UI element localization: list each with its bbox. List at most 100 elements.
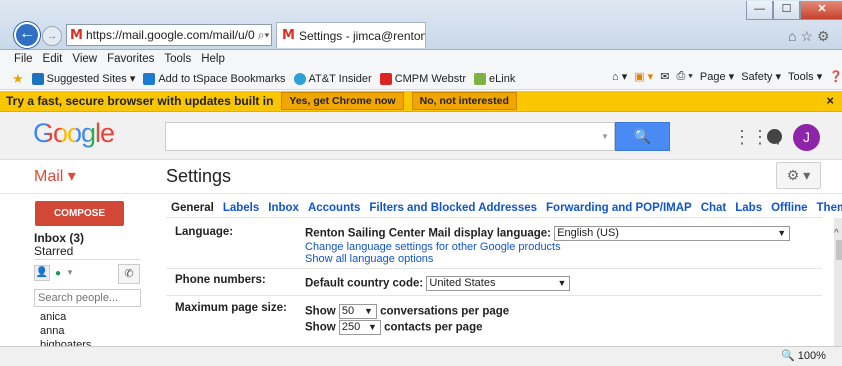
chevron-down-icon: ▼ (777, 228, 787, 238)
gear-icon: ⚙ ▾ (786, 167, 811, 183)
fav-cmpm[interactable]: CMPM Webstr (379, 72, 466, 85)
status-bar (0, 346, 842, 366)
help-icon[interactable]: ❓▾ (829, 70, 842, 83)
chevron-down-icon: ▼ (557, 278, 567, 288)
contacts-select[interactable]: 250 ▼ (338, 320, 381, 335)
language-text: Renton Sailing Center Mail display langu… (305, 227, 552, 240)
avatar[interactable]: J (793, 124, 820, 151)
notifications-icon[interactable] (767, 129, 782, 144)
gmail-favicon-icon: M (282, 28, 295, 43)
cmpm-icon (379, 72, 392, 85)
browser-tab[interactable]: M Settings - jimca@rentonsail... × (276, 22, 426, 48)
search-options-icon[interactable]: ▼ (601, 132, 609, 141)
search-button[interactable]: 🔍 (615, 122, 670, 151)
change-language-link[interactable]: Change language settings for other Googl… (305, 241, 561, 253)
scrollbar-thumb[interactable] (836, 240, 842, 260)
tab-offline[interactable]: Offline (771, 202, 807, 214)
home-icon[interactable]: ⌂ (788, 28, 800, 44)
conversations-per-page: Show 50 ▼ conversations per page (305, 304, 510, 319)
phone-setting: Default country code: United States ▼ (305, 276, 571, 291)
minimize-button[interactable]: — (746, 1, 773, 20)
cmd-page[interactable]: Page ▾ (700, 70, 734, 83)
star-icon[interactable]: ☆ (800, 28, 817, 44)
tab-labels[interactable]: Labels (223, 202, 259, 214)
banner-text: Try a fast, secure browser with updates … (6, 94, 274, 108)
contacts-per-page: Show 250 ▼ contacts per page (305, 320, 483, 335)
maximize-button[interactable]: ☐ (773, 1, 800, 20)
row-divider (166, 295, 822, 296)
sidebar-item-inbox[interactable]: Inbox (3) (34, 231, 84, 245)
person-icon[interactable]: 👤 (34, 265, 50, 281)
mail-icon[interactable]: ✉ (660, 70, 669, 83)
print-icon[interactable]: ⎙ ▾ (676, 70, 692, 83)
favorites-star-icon[interactable]: ★ (12, 71, 24, 87)
menu-edit[interactable]: Edit (43, 53, 63, 65)
tab-labs[interactable]: Labs (735, 202, 762, 214)
rss-feed-icon[interactable]: ▣ ▾ (634, 70, 653, 83)
tab-filters[interactable]: Filters and Blocked Addresses (369, 202, 537, 214)
country-code-text: Default country code: (305, 277, 424, 290)
zoom-icon: 🔍 (781, 350, 795, 362)
forward-button[interactable]: → (42, 26, 62, 46)
show-all-languages-link[interactable]: Show all language options (305, 253, 433, 265)
language-label: Language: (175, 226, 234, 238)
search-people-input[interactable] (34, 289, 141, 307)
chrome-promo-banner: Try a fast, secure browser with updates … (0, 91, 842, 112)
settings-gear-button[interactable]: ⚙ ▾ (776, 162, 821, 189)
att-globe-icon (293, 72, 306, 85)
close-window-button[interactable]: ✕ (800, 1, 842, 20)
gear-icon[interactable]: ⚙ (817, 28, 834, 44)
gmail-favicon-icon: M (70, 27, 83, 43)
search-icon: 🔍 (633, 128, 652, 144)
scroll-up-icon[interactable]: ^ (834, 228, 839, 239)
tspace-icon (143, 72, 156, 85)
contact-item[interactable]: anna (40, 325, 64, 337)
menu-help[interactable]: Help (201, 53, 225, 65)
google-logo[interactable]: Google (33, 118, 115, 149)
command-bar: ⌂ ▾ ▣ ▾ ✉ ⎙ ▾ Page ▾ Safety ▾ Tools ▾ ❓▾ (612, 70, 842, 83)
tabs-divider (166, 217, 822, 218)
chevron-down-icon: ▼ (367, 322, 377, 332)
back-button[interactable]: ← (14, 22, 40, 48)
fav-elink[interactable]: eLink (474, 72, 515, 85)
contact-item[interactable]: anica (40, 311, 66, 323)
phone-label: Phone numbers: (175, 274, 266, 286)
chevron-down-icon[interactable]: ▼ (66, 268, 74, 277)
cmd-safety[interactable]: Safety ▾ (741, 70, 781, 83)
menu-tools[interactable]: Tools (164, 53, 191, 65)
compose-button[interactable]: COMPOSE (35, 201, 124, 226)
menu-bar: File Edit View Favorites Tools Help (0, 50, 842, 68)
fav-tspace[interactable]: Add to tSpace Bookmarks (143, 72, 286, 85)
menu-favorites[interactable]: Favorites (107, 53, 154, 65)
address-bar[interactable]: M https://mail.google.com/mail/u/0 ⌕▾ 🔒 … (66, 24, 272, 46)
menu-view[interactable]: View (72, 53, 97, 65)
language-select[interactable]: English (US) ▼ (554, 226, 791, 241)
fav-suggested-sites[interactable]: Suggested Sites ▾ (31, 72, 135, 85)
mail-dropdown[interactable]: Mail ▾ (34, 166, 76, 186)
tab-chat[interactable]: Chat (701, 202, 727, 214)
header-divider (0, 193, 842, 194)
conversations-select[interactable]: 50 ▼ (338, 304, 377, 319)
home-menu-icon[interactable]: ⌂ ▾ (612, 70, 627, 83)
menu-file[interactable]: File (14, 53, 33, 65)
phone-call-icon[interactable]: ✆ (118, 264, 140, 284)
sidebar-divider (34, 259, 141, 260)
close-banner-icon[interactable]: × (826, 93, 834, 108)
get-chrome-button[interactable]: Yes, get Chrome now (281, 92, 404, 110)
status-dot-icon[interactable]: ● (55, 268, 61, 279)
zoom-level[interactable]: 🔍 100% ▼ (781, 349, 842, 366)
chevron-down-icon: ▼ (363, 306, 373, 316)
fav-att[interactable]: AT&T Insider (293, 72, 372, 85)
sidebar-item-starred[interactable]: Starred (34, 244, 73, 258)
search-icon[interactable]: ⌕▾ (258, 28, 270, 43)
tab-accounts[interactable]: Accounts (308, 202, 360, 214)
mail-search-input[interactable] (165, 122, 615, 151)
cmd-tools[interactable]: Tools ▾ (788, 70, 822, 83)
tab-themes[interactable]: Themes (817, 202, 842, 214)
not-interested-button[interactable]: No, not interested (411, 92, 517, 110)
tab-forwarding[interactable]: Forwarding and POP/IMAP (546, 202, 692, 214)
tab-inbox[interactable]: Inbox (268, 202, 299, 214)
country-code-select[interactable]: United States ▼ (426, 276, 571, 291)
tab-general[interactable]: General (171, 202, 214, 214)
language-setting: Renton Sailing Center Mail display langu… (305, 226, 791, 241)
